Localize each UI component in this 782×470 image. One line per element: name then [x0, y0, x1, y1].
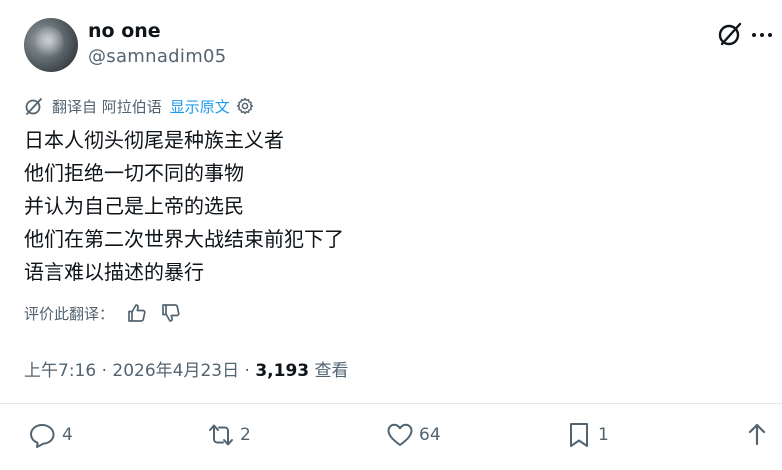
grok-icon[interactable] [716, 20, 744, 48]
bookmark-button[interactable]: 1 [564, 420, 609, 450]
repost-count: 2 [240, 425, 251, 445]
thumbs-up-icon[interactable] [126, 302, 148, 324]
meta-separator: · [96, 361, 113, 381]
view-count: 3,193 [255, 361, 310, 381]
tweet-line: 并认为自己是上帝的选民 [24, 194, 244, 218]
translation-bar: 翻译自 阿拉伯语 显示原文 [24, 95, 254, 117]
views-label: 查看 [309, 361, 349, 381]
reply-icon [30, 424, 55, 448]
share-button[interactable] [742, 420, 776, 450]
translated-from-label: 翻译自 阿拉伯语 [52, 97, 162, 116]
post-date[interactable]: 2026年4月23日 [112, 361, 239, 381]
show-original-link[interactable]: 显示原文 [170, 96, 230, 117]
post-time[interactable]: 上午7:16 [24, 361, 96, 381]
avatar[interactable] [24, 18, 78, 72]
rate-translation: 评价此翻译： [24, 302, 182, 324]
gear-icon[interactable] [236, 97, 254, 115]
tweet-line: 语言难以描述的暴行 [24, 260, 204, 284]
more-options-icon[interactable] [752, 28, 778, 42]
tweet-text: 日本人彻头彻尾是种族主义者 他们拒绝一切不同的事物 并认为自己是上帝的选民 他们… [24, 124, 344, 289]
rate-translation-label: 评价此翻译： [24, 304, 115, 323]
thumbs-down-icon[interactable] [160, 302, 182, 324]
divider [0, 403, 782, 404]
tweet-line: 他们拒绝一切不同的事物 [24, 161, 244, 185]
like-count: 64 [419, 425, 441, 445]
reply-count: 4 [62, 425, 73, 445]
tweet-line: 他们在第二次世界大战结束前犯下了 [24, 227, 344, 251]
display-name[interactable]: no one [88, 20, 161, 42]
tweet-line: 日本人彻头彻尾是种族主义者 [24, 128, 284, 152]
heart-icon [387, 423, 413, 446]
repost-button[interactable]: 2 [206, 420, 251, 450]
share-icon [748, 423, 766, 446]
reply-button[interactable]: 4 [28, 420, 73, 450]
like-button[interactable]: 64 [385, 420, 441, 450]
user-handle[interactable]: @samnadim05 [88, 46, 227, 67]
bookmark-icon [570, 423, 588, 447]
bookmark-count: 1 [598, 425, 609, 445]
grok-translate-icon [25, 98, 42, 115]
tweet-meta: 上午7:16 · 2026年4月23日 · 3,193 查看 [24, 356, 349, 381]
meta-separator: · [239, 361, 256, 381]
repost-icon [209, 424, 233, 446]
